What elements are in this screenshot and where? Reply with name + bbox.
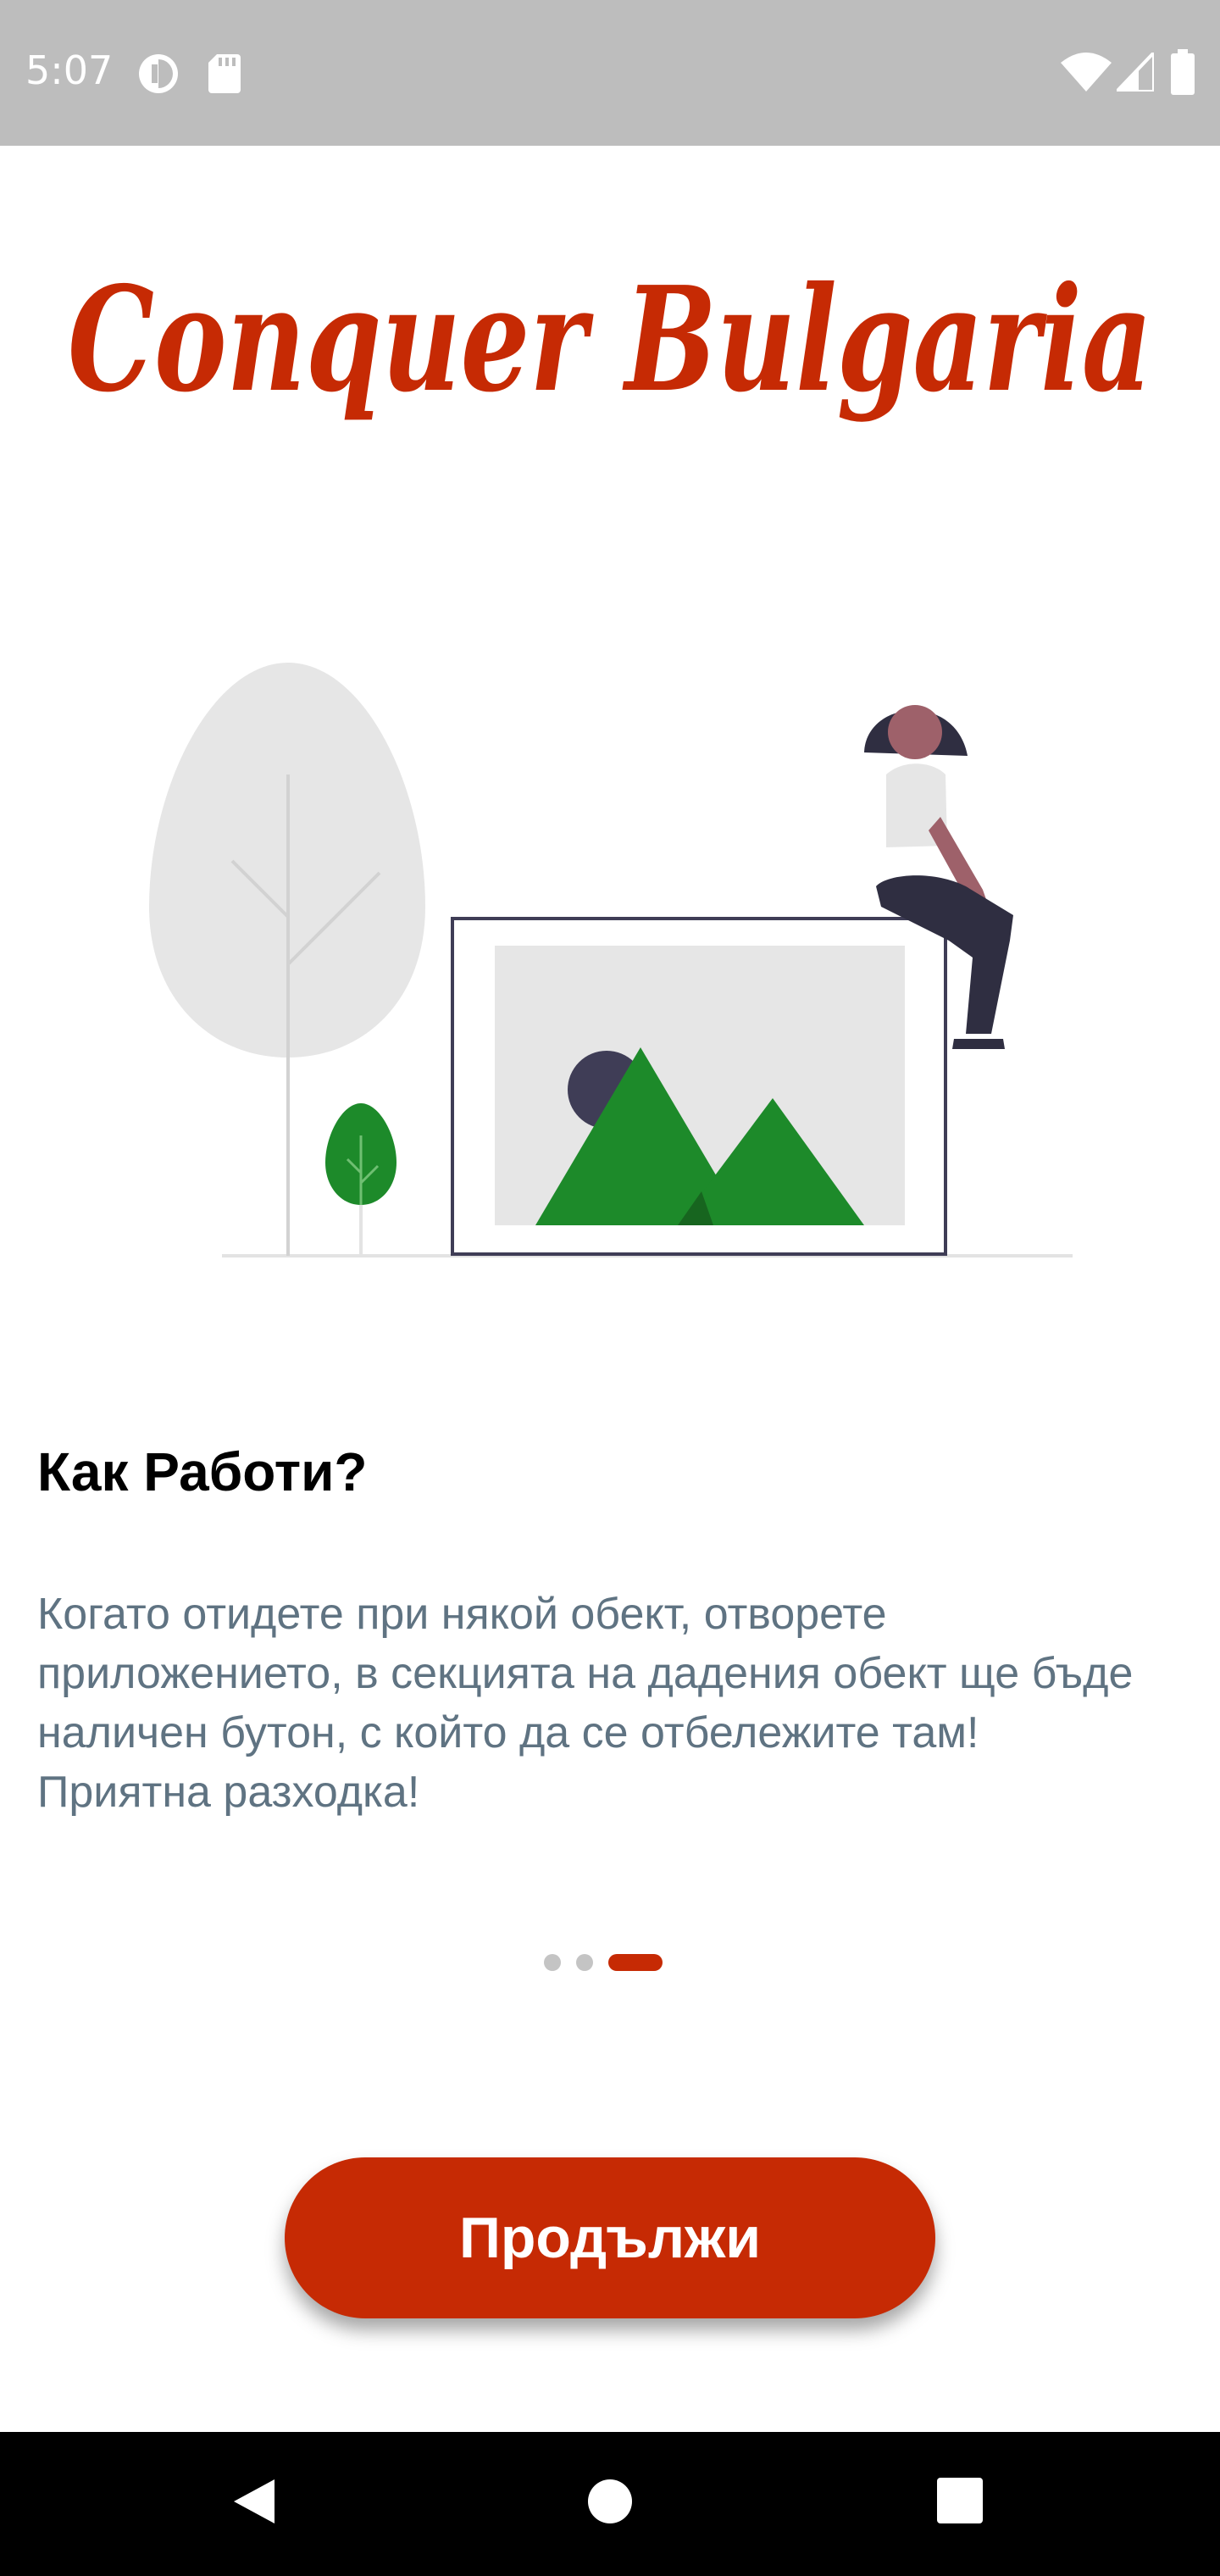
app-logo: Conquer Bulgaria (68, 255, 1152, 425)
page-indicator (0, 1949, 1220, 1974)
page-indicator-dot-3[interactable] (608, 1954, 663, 1971)
wifi-icon (1061, 53, 1112, 92)
battery-icon (1171, 49, 1195, 95)
recents-icon[interactable] (937, 2478, 983, 2523)
data-saver-icon (139, 54, 178, 93)
app-logo-text: Conquer Bulgaria (68, 255, 1152, 425)
status-bar: 5:07 (0, 0, 1220, 146)
onboarding-illustration (149, 663, 1073, 1257)
onboarding-description: Когато отидете при някой обект, отворете… (37, 1590, 1134, 1817)
cellular-signal-icon (1117, 53, 1154, 92)
status-time: 5:07 (25, 47, 114, 93)
picture-frame-icon (451, 917, 947, 1256)
page-indicator-dot-1[interactable] (544, 1954, 561, 1971)
navigation-bar (0, 2432, 1220, 2576)
sd-card-icon (208, 54, 241, 93)
small-tree-icon (325, 1103, 396, 1256)
home-icon[interactable] (586, 2478, 634, 2525)
onboarding-title: Как Работи? (37, 1441, 368, 1502)
continue-button[interactable]: Продължи (285, 2157, 935, 2318)
page-indicator-dot-2[interactable] (576, 1954, 593, 1971)
back-icon[interactable] (230, 2476, 278, 2527)
